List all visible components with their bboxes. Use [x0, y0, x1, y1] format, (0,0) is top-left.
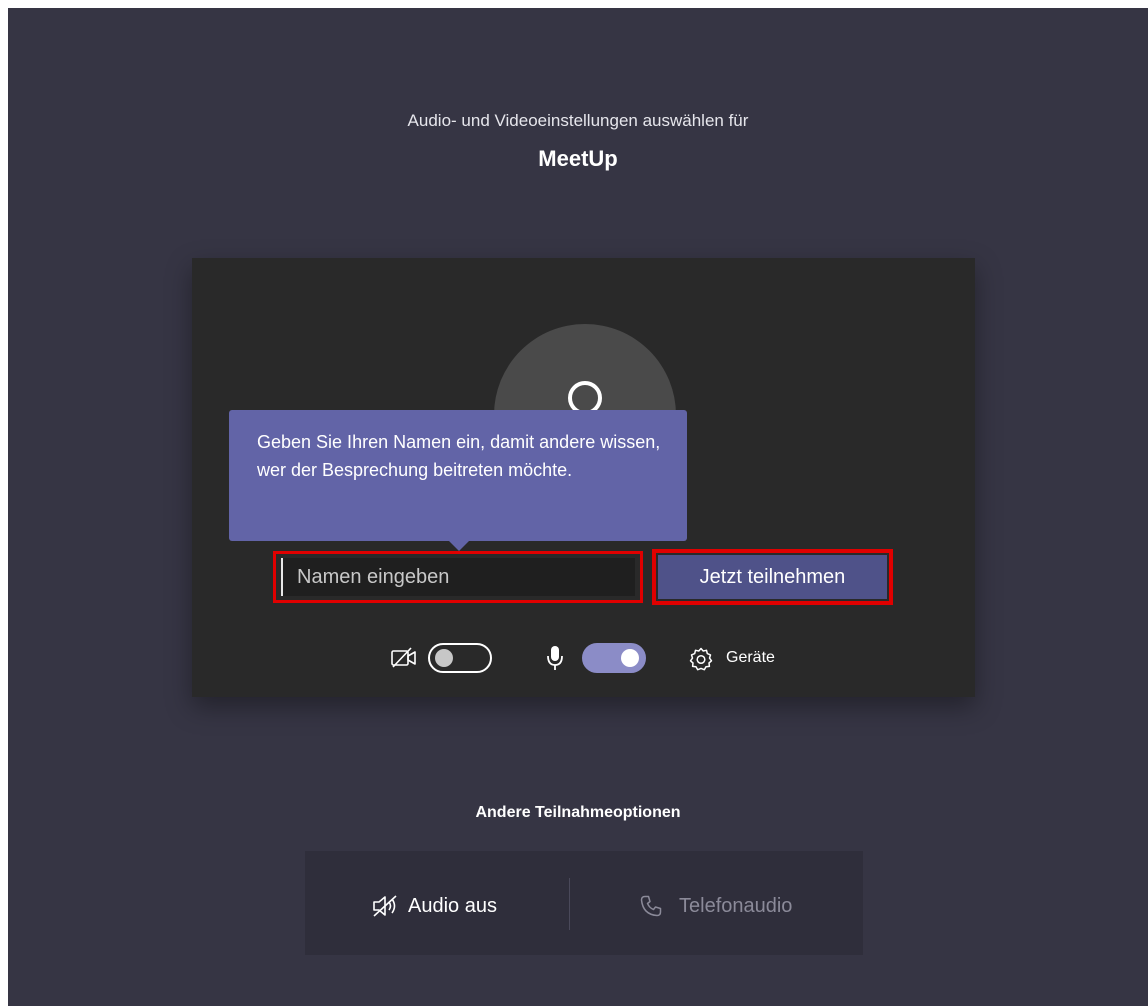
media-controls: Geräte [192, 638, 975, 678]
phone-icon [640, 895, 662, 917]
other-options-heading: Andere Teilnahmeoptionen [475, 804, 681, 821]
join-button-highlight: Jetzt teilnehmen [652, 549, 893, 605]
phone-audio-option[interactable]: Telefonaudio [599, 851, 863, 955]
devices-label: Geräte [726, 649, 775, 666]
audio-off-option[interactable]: Audio aus [305, 851, 569, 955]
pre-join-screen: Audio- und Videoeinstellungen auswählen … [8, 8, 1148, 1006]
name-hint-tooltip: Geben Sie Ihren Namen ein, damit andere … [229, 410, 687, 551]
join-now-button[interactable]: Jetzt teilnehmen [658, 555, 887, 599]
phone-audio-label: Telefonaudio [679, 895, 793, 917]
mic-toggle-knob [621, 649, 639, 667]
gear-icon [689, 647, 713, 671]
video-toggle-knob [435, 649, 453, 667]
page-subtitle: Audio- und Videoeinstellungen auswählen … [407, 111, 749, 130]
other-join-options: Audio aus Telefonaudio [305, 851, 863, 955]
mic-toggle[interactable] [582, 643, 646, 673]
speaker-off-icon [373, 895, 397, 917]
audio-off-label: Audio aus [408, 895, 497, 917]
microphone-icon [547, 646, 563, 670]
video-preview-panel: Geben Sie Ihren Namen ein, damit andere … [192, 258, 975, 697]
video-toggle[interactable] [428, 643, 492, 673]
name-input[interactable] [281, 558, 635, 596]
options-divider [569, 878, 570, 930]
camera-off-icon [391, 647, 416, 668]
meeting-title: MeetUp [538, 146, 618, 171]
name-input-highlight [273, 551, 643, 603]
